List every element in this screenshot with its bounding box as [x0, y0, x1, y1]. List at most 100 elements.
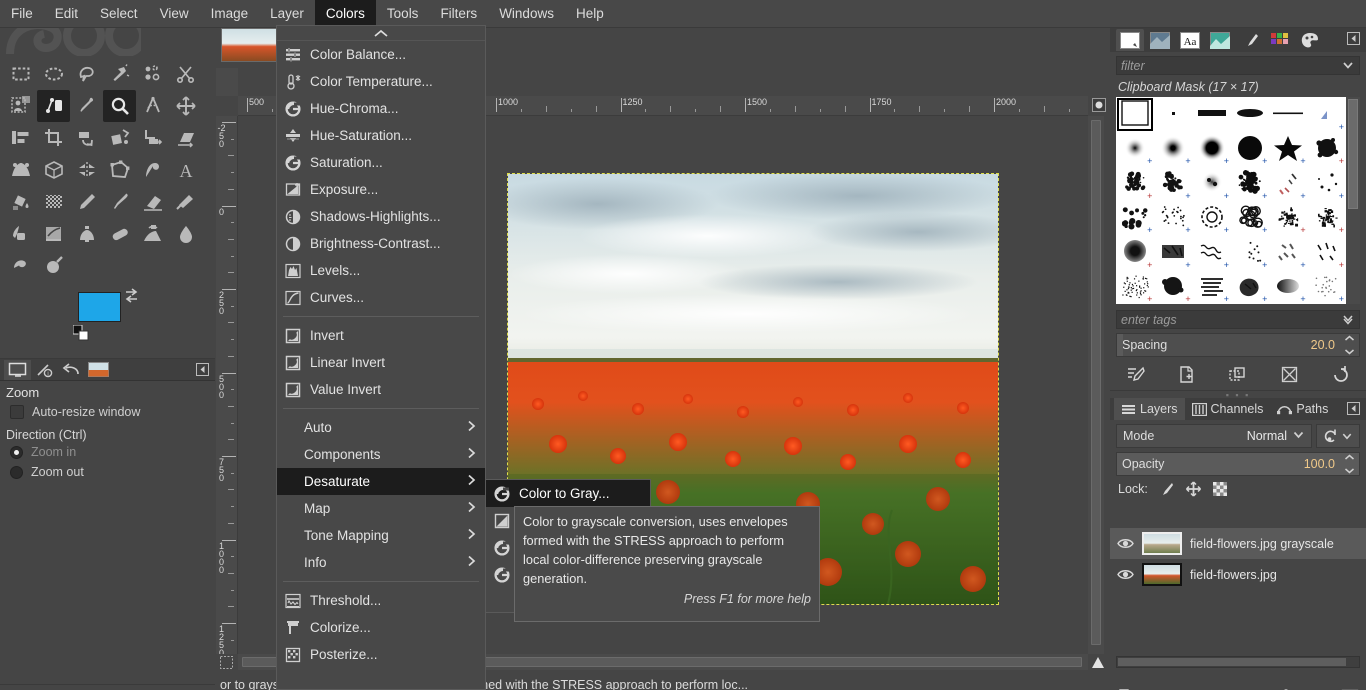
menu-item-info[interactable]: Info — [277, 549, 485, 576]
tool-options-tabs[interactable]: i — [0, 359, 215, 381]
tool-perspective-clone[interactable] — [136, 218, 169, 250]
menu-item-color-temperature[interactable]: Color Temperature... — [277, 68, 485, 95]
menu-image[interactable]: Image — [200, 0, 260, 27]
brush-cell[interactable]: + — [1154, 270, 1192, 305]
menu-item-tone-mapping[interactable]: Tone Mapping — [277, 522, 485, 549]
brush-grid[interactable]: + + + + + + + + + + + + + + + + + + + + + + + + + + + + + + + — [1116, 97, 1360, 304]
zoom-in-radio[interactable] — [10, 446, 23, 459]
tool-options-bottom-bar[interactable] — [0, 684, 215, 690]
brush-cell[interactable] — [1193, 97, 1231, 132]
menu-scroll-up-button[interactable] — [277, 26, 485, 41]
brush-cell[interactable]: + — [1308, 235, 1346, 270]
brush-cell[interactable]: + — [1193, 201, 1231, 236]
chevron-down-icon[interactable] — [1341, 430, 1353, 442]
brush-spacing-spinner[interactable]: Spacing 20.0 — [1116, 333, 1360, 357]
brush-cell[interactable]: + — [1308, 270, 1346, 305]
brush-cell[interactable]: + — [1231, 166, 1269, 201]
layer-list[interactable]: field-flowers.jpg grayscale field-flowers… — [1110, 528, 1366, 654]
tab-layers[interactable]: Layers — [1114, 398, 1185, 420]
layer-lock-row[interactable]: Lock: — [1110, 478, 1366, 500]
brush-cell[interactable] — [1116, 97, 1154, 132]
menu-filters[interactable]: Filters — [429, 0, 488, 27]
mode-revert-icon[interactable] — [1323, 428, 1339, 444]
menu-item-hue-chroma[interactable]: Hue-Chroma... — [277, 95, 485, 122]
brush-grid-scrollbar[interactable] — [1346, 97, 1360, 304]
brush-cell[interactable]: + — [1193, 270, 1231, 305]
brushes-dock-tabs[interactable]: Aa — [1110, 28, 1366, 52]
menu-item-brightness-contrast[interactable]: Brightness-Contrast... — [277, 230, 485, 257]
tab-undo-history[interactable] — [58, 360, 85, 380]
brush-cell[interactable]: + — [1116, 270, 1154, 305]
menu-item-desaturate[interactable]: Desaturate — [277, 468, 485, 495]
brush-cell[interactable]: + — [1116, 201, 1154, 236]
menu-file[interactable]: File — [0, 0, 44, 27]
tool-text[interactable]: A — [169, 154, 202, 186]
brush-cell[interactable]: + — [1231, 201, 1269, 236]
image-thumbnail-tab[interactable] — [221, 28, 277, 62]
menu-item-saturation[interactable]: Saturation... — [277, 149, 485, 176]
opacity-stepper[interactable] — [1341, 454, 1357, 474]
layer-visibility-toggle[interactable] — [1116, 568, 1134, 581]
duplicate-brush-icon[interactable] — [1228, 365, 1247, 384]
brush-cell[interactable] — [1269, 97, 1307, 132]
tool-eraser[interactable] — [136, 186, 169, 218]
tool-fuzzy-select[interactable] — [103, 58, 136, 90]
swap-colors-icon[interactable] — [124, 288, 140, 304]
tool-clone[interactable] — [70, 218, 103, 250]
tool-bucket-fill[interactable] — [4, 186, 37, 218]
tool-pencil[interactable] — [70, 186, 103, 218]
brush-cell[interactable]: + — [1231, 235, 1269, 270]
tool-zoom[interactable] — [103, 90, 136, 122]
layer-scroll-thumb[interactable] — [1118, 658, 1346, 666]
brush-cell[interactable]: + — [1269, 201, 1307, 236]
tool-scissors-select[interactable] — [169, 58, 202, 90]
menu-item-shadows-highlights[interactable]: Shadows-Highlights... — [277, 203, 485, 230]
tab-paths[interactable]: Paths — [1270, 398, 1335, 420]
tab-device-status[interactable]: i — [31, 360, 58, 380]
tool-foreground-select[interactable] — [4, 90, 37, 122]
tool-paths[interactable] — [37, 90, 70, 122]
tool-3d-transform[interactable] — [37, 154, 70, 186]
tool-cage-transform[interactable] — [103, 154, 136, 186]
menu-item-value-invert[interactable]: Value Invert — [277, 376, 485, 403]
tool-mypaint-brush[interactable] — [37, 218, 70, 250]
tool-blur-sharpen[interactable] — [169, 218, 202, 250]
brush-cell[interactable]: + — [1231, 132, 1269, 167]
brush-cell[interactable]: + — [1193, 132, 1231, 167]
brush-scroll-thumb[interactable] — [1348, 99, 1358, 209]
tab-patterns[interactable] — [1146, 29, 1174, 51]
layers-dock-tabs[interactable]: Layers Channels Paths — [1110, 398, 1366, 420]
tool-crop[interactable] — [37, 122, 70, 154]
chevron-down-icon[interactable] — [1292, 428, 1305, 444]
lock-position-icon[interactable] — [1185, 481, 1202, 497]
brush-cell[interactable]: + — [1308, 166, 1346, 201]
menu-view[interactable]: View — [149, 0, 200, 27]
canvas-vertical-scrollbar[interactable] — [1088, 116, 1104, 654]
menu-windows[interactable]: Windows — [488, 0, 565, 27]
brush-cell[interactable]: + — [1154, 201, 1192, 236]
tab-colors[interactable] — [1296, 29, 1324, 51]
menu-item-colorize[interactable]: Colorize... — [277, 614, 485, 641]
menu-item-posterize[interactable]: Posterize... — [277, 641, 485, 668]
foreground-color-swatch[interactable] — [78, 292, 121, 322]
layer-visibility-toggle[interactable] — [1116, 537, 1134, 550]
tool-color-picker[interactable] — [70, 90, 103, 122]
brush-cell[interactable]: + — [1154, 132, 1192, 167]
brush-cell[interactable]: + — [1116, 132, 1154, 167]
new-brush-icon[interactable] — [1177, 365, 1196, 384]
menu-layer[interactable]: Layer — [259, 0, 315, 27]
tool-shear[interactable] — [169, 122, 202, 154]
brush-cell[interactable]: + — [1154, 235, 1192, 270]
menu-item-color-balance[interactable]: Color Balance... — [277, 41, 485, 68]
brush-cell[interactable]: + — [1193, 166, 1231, 201]
submenu-item-color-to-gray[interactable]: Color to Gray... — [486, 480, 650, 507]
tool-grid[interactable]: A — [0, 56, 215, 282]
tab-fonts[interactable]: Aa — [1176, 29, 1204, 51]
menu-item-map[interactable]: Map — [277, 495, 485, 522]
layer-opacity-spinner[interactable]: Opacity 100.0 — [1116, 452, 1360, 476]
layer-list-scrollbar[interactable] — [1116, 656, 1360, 668]
brush-tags-input[interactable]: enter tags — [1116, 310, 1360, 329]
tool-rect-select[interactable] — [4, 58, 37, 90]
menu-tools[interactable]: Tools — [376, 0, 430, 27]
tool-options-menu-button[interactable] — [196, 363, 209, 379]
